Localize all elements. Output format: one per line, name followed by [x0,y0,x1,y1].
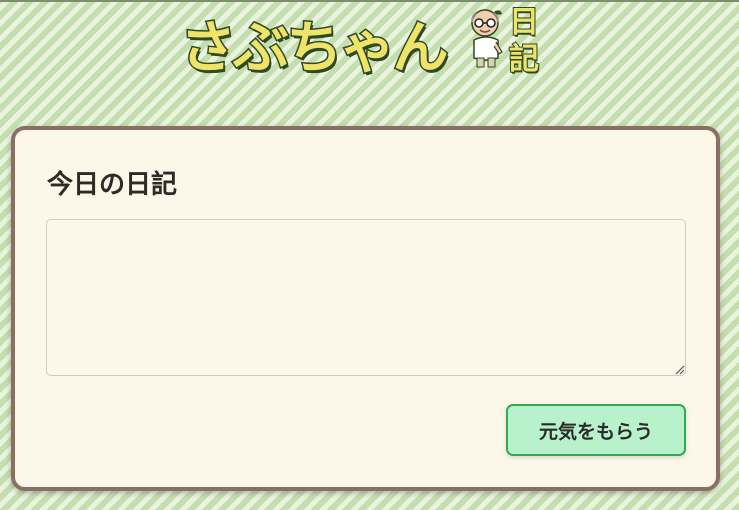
logo-side-char-1: 日 [508,4,540,41]
diary-card: 今日の日記 元気をもらう [11,126,720,491]
diary-title: 今日の日記 [47,170,178,200]
get-energy-button[interactable]: 元気をもらう [506,404,686,456]
logo-title-text: さぶちゃん [179,15,451,83]
logo-side-text: 日 記 [506,4,542,78]
site-logo: さぶちゃん 日 記 [179,4,550,88]
resize-handle-icon[interactable] [675,365,685,375]
diary-textarea[interactable] [46,219,686,376]
top-border-line [0,0,739,2]
logo-side-char-2: 記 [508,41,540,78]
mascot-grandpa-icon [471,9,503,68]
